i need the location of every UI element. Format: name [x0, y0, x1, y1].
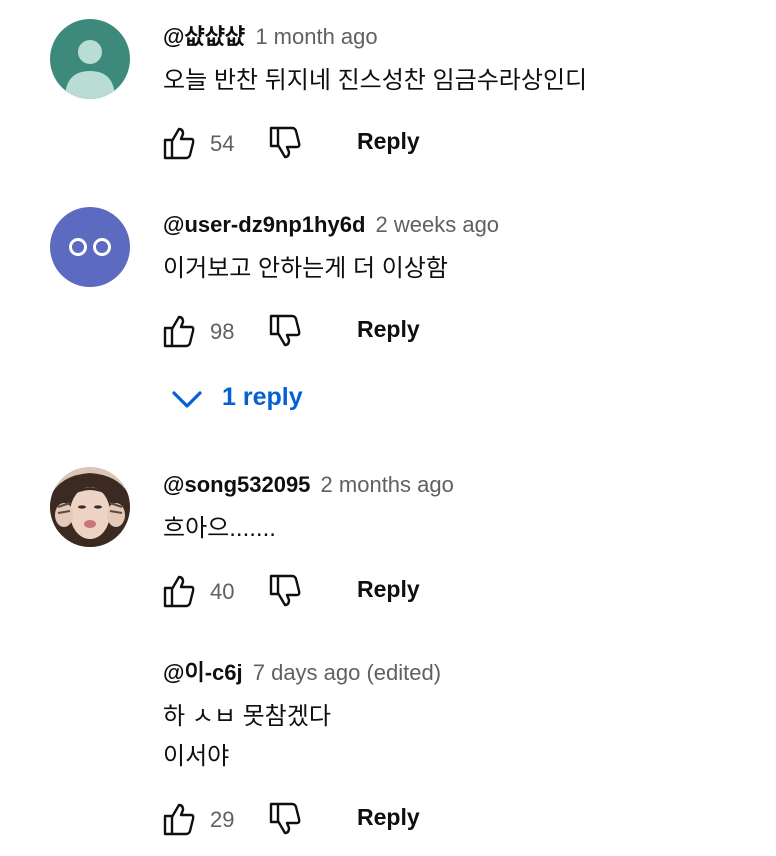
chevron-down-icon	[172, 391, 202, 408]
thumbs-up-icon[interactable]	[162, 573, 196, 609]
comment-text: 흐아으.......	[163, 509, 276, 549]
avatar[interactable]	[50, 467, 130, 547]
like-count: 98	[210, 319, 235, 344]
thumbs-up-icon[interactable]	[162, 313, 196, 349]
person-icon	[65, 40, 115, 99]
comment-author[interactable]: @이-c6j	[163, 660, 243, 685]
comment-text-line: 오늘 반찬 뒤지네 진스성찬 임금수라상인디	[163, 67, 588, 94]
comment-text: 하 ㅅㅂ 못참겠다 이서야	[163, 697, 331, 777]
thumbs-down-icon[interactable]	[268, 313, 302, 349]
comment-header: @song532095 2 months ago	[163, 470, 454, 500]
comment-text-line: 이서야	[163, 743, 230, 770]
comment-header: @이-c6j 7 days ago (edited)	[163, 658, 441, 688]
comment-text-line: 하 ㅅㅂ 못참겠다	[163, 703, 331, 730]
like-count: 29	[210, 807, 235, 832]
reply-button[interactable]: Reply	[357, 576, 420, 603]
reply-button[interactable]: Reply	[357, 316, 420, 343]
comment-timestamp[interactable]: 2 months ago	[321, 472, 454, 497]
reply-button[interactable]: Reply	[357, 128, 420, 155]
comment-text-line: 흐아으.......	[163, 515, 276, 542]
avatar[interactable]	[50, 207, 130, 287]
comment-text-line: 이거보고 안하는게 더 이상함	[163, 255, 448, 282]
thumbs-down-icon[interactable]	[268, 573, 302, 609]
comment-header: @user-dz9np1hy6d 2 weeks ago	[163, 210, 499, 240]
comment-author[interactable]: @song532095	[163, 472, 310, 497]
eyes-icon	[69, 238, 111, 256]
like-count: 40	[210, 579, 235, 604]
like-count: 54	[210, 131, 235, 156]
reply-button[interactable]: Reply	[357, 804, 420, 831]
comment-author[interactable]: @user-dz9np1hy6d	[163, 212, 365, 237]
comment-text: 이거보고 안하는게 더 이상함	[163, 249, 448, 289]
photo-avatar	[50, 467, 130, 547]
comment-timestamp[interactable]: 2 weeks ago	[376, 212, 500, 237]
comment-header: @샶샶샶 1 month ago	[163, 22, 378, 52]
thumbs-down-icon[interactable]	[268, 125, 302, 161]
thumbs-up-icon[interactable]	[162, 125, 196, 161]
view-replies-label: 1 reply	[222, 383, 303, 411]
comment-author[interactable]: @샶샶샶	[163, 24, 245, 49]
thumbs-down-icon[interactable]	[268, 801, 302, 837]
comment-timestamp[interactable]: 7 days ago (edited)	[253, 660, 441, 685]
comment-timestamp[interactable]: 1 month ago	[255, 24, 377, 49]
avatar[interactable]	[50, 19, 130, 99]
comment-text: 오늘 반찬 뒤지네 진스성찬 임금수라상인디	[163, 61, 587, 101]
thumbs-up-icon[interactable]	[162, 801, 196, 837]
